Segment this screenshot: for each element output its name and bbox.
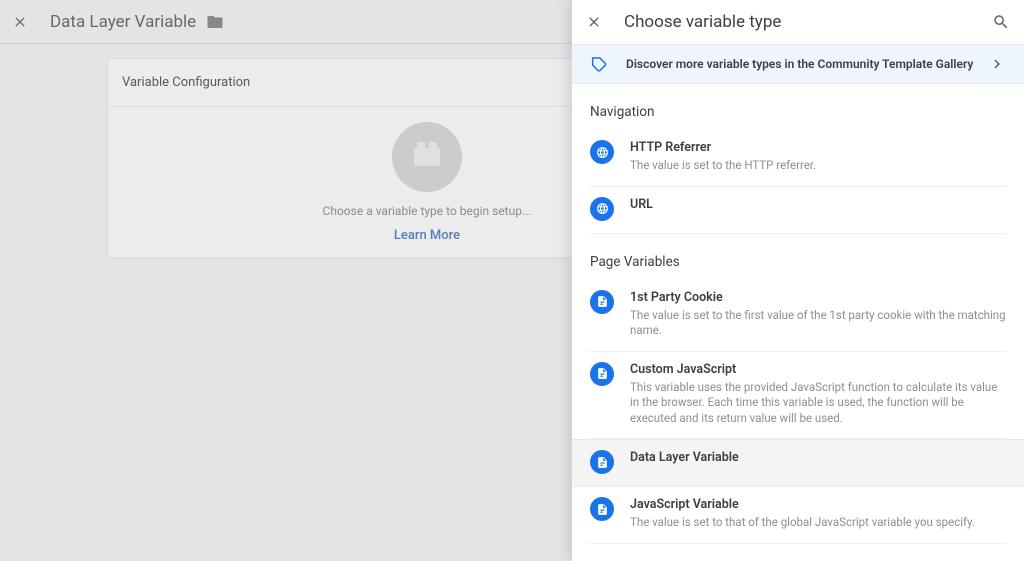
tag-icon (590, 55, 608, 73)
variable-type-item[interactable]: URL (590, 187, 1006, 234)
banner-text: Discover more variable types in the Comm… (626, 57, 988, 71)
variable-type-item[interactable]: 1st Party Cookie The value is set to the … (590, 280, 1006, 352)
search-icon[interactable] (992, 13, 1010, 31)
item-name: Custom JavaScript (630, 362, 1006, 377)
item-desc: This variable uses the provided JavaScri… (630, 380, 1006, 427)
community-gallery-banner[interactable]: Discover more variable types in the Comm… (572, 44, 1024, 84)
item-name: URL (630, 197, 1006, 212)
doc-icon (590, 290, 614, 314)
panel-title: Choose variable type (624, 12, 992, 32)
item-name: JavaScript Variable (630, 497, 1006, 512)
variable-type-item[interactable]: Custom JavaScript This variable uses the … (590, 352, 1006, 440)
item-desc: The value is set to the first value of t… (630, 308, 1006, 339)
item-desc: The value is set to that of the global J… (630, 515, 1006, 531)
doc-icon (590, 450, 614, 474)
item-name: 1st Party Cookie (630, 290, 1006, 305)
globe-icon (590, 140, 614, 164)
doc-icon (590, 497, 614, 521)
item-name: HTTP Referrer (630, 140, 1006, 155)
globe-icon (590, 197, 614, 221)
variable-type-item[interactable]: JavaScript Variable The value is set to t… (590, 487, 1006, 544)
variable-type-item[interactable]: HTTP Referrer The value is set to the HTT… (590, 130, 1006, 187)
panel-top-bar: Choose variable type (572, 0, 1024, 44)
section-title: Navigation (590, 104, 1006, 120)
variable-type-list: Navigation HTTP Referrer The value is set … (572, 84, 1024, 561)
variable-type-item[interactable]: Data Layer Variable (572, 439, 1024, 487)
close-icon[interactable] (586, 14, 602, 30)
doc-icon (590, 362, 614, 386)
chevron-right-icon (988, 55, 1006, 73)
item-desc: The value is set to the HTTP referrer. (630, 158, 1006, 174)
section-title: Page Variables (590, 254, 1006, 270)
item-name: Data Layer Variable (630, 450, 1006, 465)
variable-type-panel: Choose variable type Discover more varia… (572, 0, 1024, 561)
